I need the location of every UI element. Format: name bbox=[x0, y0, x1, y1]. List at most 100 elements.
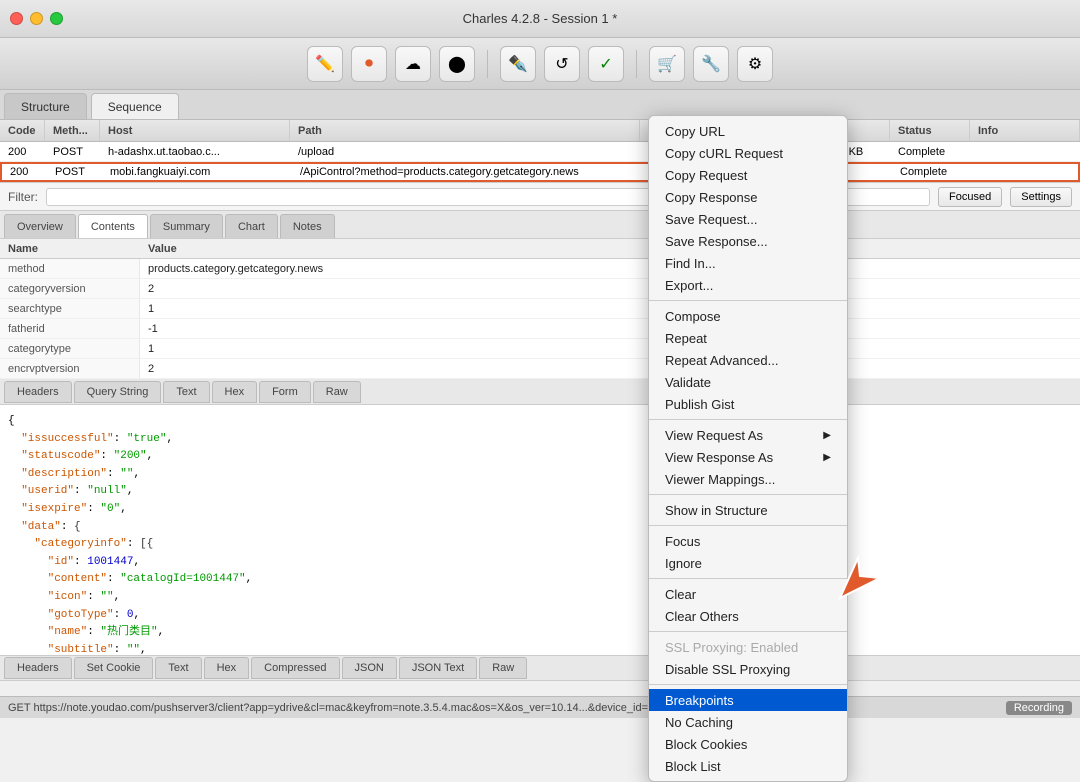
compose-button[interactable]: ✒️ bbox=[500, 46, 536, 82]
table-row[interactable]: 200 POST h-adashx.ut.taobao.c... /upload… bbox=[0, 142, 1080, 162]
separator bbox=[487, 50, 488, 78]
menu-separator bbox=[649, 525, 847, 526]
bottom-tab-text[interactable]: Text bbox=[155, 657, 201, 679]
menu-copy-url[interactable]: Copy URL bbox=[649, 120, 847, 142]
header-info: Info bbox=[970, 120, 1080, 141]
submenu-arrow-icon: ▶ bbox=[823, 452, 831, 463]
minimize-button[interactable] bbox=[30, 12, 43, 25]
checkmark-button[interactable]: ✓ bbox=[588, 46, 624, 82]
menu-repeat[interactable]: Repeat bbox=[649, 327, 847, 349]
focused-button[interactable]: Focused bbox=[938, 187, 1002, 207]
data-row[interactable]: encrvptversion 2 bbox=[0, 359, 1080, 379]
header-method: Meth... bbox=[45, 120, 100, 141]
tab-summary[interactable]: Summary bbox=[150, 214, 223, 238]
maximize-button[interactable] bbox=[50, 12, 63, 25]
settings-button[interactable]: Settings bbox=[1010, 187, 1072, 207]
cell-path: /ApiControl?method=products.category.get… bbox=[292, 164, 642, 180]
refresh-button[interactable]: ↺ bbox=[544, 46, 580, 82]
data-row[interactable]: categorytype 1 bbox=[0, 339, 1080, 359]
menu-publish-gist[interactable]: Publish Gist bbox=[649, 393, 847, 415]
table-header: Code Meth... Host Path Start Duration Si… bbox=[0, 120, 1080, 142]
menu-save-request[interactable]: Save Request... bbox=[649, 208, 847, 230]
cell-host: mobi.fangkuaiyi.com bbox=[102, 164, 292, 180]
data-value: 1 bbox=[140, 299, 162, 318]
wrench-button[interactable]: 🔧 bbox=[693, 46, 729, 82]
detail-tabs: Overview Contents Summary Chart Notes bbox=[0, 211, 1080, 239]
menu-copy-curl[interactable]: Copy cURL Request bbox=[649, 142, 847, 164]
menu-validate[interactable]: Validate bbox=[649, 371, 847, 393]
json-key: "gotoType" bbox=[48, 609, 114, 621]
bottom-tab-hex[interactable]: Hex bbox=[204, 657, 250, 679]
menu-no-caching[interactable]: No Caching bbox=[649, 711, 847, 733]
bottom-tab-set-cookie[interactable]: Set Cookie bbox=[74, 657, 154, 679]
menu-clear[interactable]: Clear bbox=[649, 583, 847, 605]
subtab-form[interactable]: Form bbox=[259, 381, 311, 403]
menu-copy-response[interactable]: Copy Response bbox=[649, 186, 847, 208]
subtab-headers[interactable]: Headers bbox=[4, 381, 72, 403]
subtab-raw[interactable]: Raw bbox=[313, 381, 361, 403]
tab-structure[interactable]: Structure bbox=[4, 93, 87, 119]
menu-viewer-mappings[interactable]: Viewer Mappings... bbox=[649, 468, 847, 490]
cell-code: 200 bbox=[0, 142, 45, 161]
subtab-text[interactable]: Text bbox=[163, 381, 209, 403]
close-button[interactable] bbox=[10, 12, 23, 25]
tab-notes[interactable]: Notes bbox=[280, 214, 335, 238]
bottom-tab-raw[interactable]: Raw bbox=[479, 657, 527, 679]
bottom-tab-json[interactable]: JSON bbox=[342, 657, 397, 679]
json-string: "null" bbox=[87, 485, 127, 497]
cell-code: 200 bbox=[2, 164, 47, 180]
circle-button[interactable]: ⬤ bbox=[439, 46, 475, 82]
bottom-tab-compressed[interactable]: Compressed bbox=[251, 657, 339, 679]
gear-button[interactable]: ⚙ bbox=[737, 46, 773, 82]
recording-badge: Recording bbox=[1006, 701, 1072, 715]
menu-show-in-structure[interactable]: Show in Structure bbox=[649, 499, 847, 521]
menu-clear-others[interactable]: Clear Others bbox=[649, 605, 847, 627]
header-status: Status bbox=[890, 120, 970, 141]
bottom-tab-json-text[interactable]: JSON Text bbox=[399, 657, 477, 679]
data-row[interactable]: fatherid -1 bbox=[0, 319, 1080, 339]
data-value: products.category.getcategory.news bbox=[140, 259, 331, 278]
tab-overview[interactable]: Overview bbox=[4, 214, 76, 238]
json-string: "" bbox=[127, 644, 140, 655]
menu-find-in[interactable]: Find In... bbox=[649, 252, 847, 274]
filter-label: Filter: bbox=[8, 190, 38, 204]
table-row[interactable]: 200 POST mobi.fangkuaiyi.com /ApiControl… bbox=[0, 162, 1080, 182]
data-row[interactable]: searchtype 1 bbox=[0, 299, 1080, 319]
data-value: 1 bbox=[140, 339, 162, 358]
json-key: "statuscode" bbox=[21, 450, 100, 462]
menu-breakpoints[interactable]: Breakpoints bbox=[649, 689, 847, 711]
menu-view-request-as[interactable]: View Request As ▶ bbox=[649, 424, 847, 446]
menu-ignore[interactable]: Ignore bbox=[649, 552, 847, 574]
menu-focus[interactable]: Focus bbox=[649, 530, 847, 552]
subtab-query-string[interactable]: Query String bbox=[74, 381, 162, 403]
menu-block-list[interactable]: Block List bbox=[649, 755, 847, 777]
tab-sequence[interactable]: Sequence bbox=[91, 93, 179, 119]
tab-contents[interactable]: Contents bbox=[78, 214, 148, 238]
filter-bar: Filter: Focused Settings bbox=[0, 183, 1080, 211]
json-key: "isexpire" bbox=[21, 503, 87, 515]
pen-tool-button[interactable]: ✏️ bbox=[307, 46, 343, 82]
menu-view-response-as[interactable]: View Response As ▶ bbox=[649, 446, 847, 468]
menu-compose[interactable]: Compose bbox=[649, 305, 847, 327]
data-row[interactable]: method products.category.getcategory.new… bbox=[0, 259, 1080, 279]
data-row[interactable]: categoryversion 2 bbox=[0, 279, 1080, 299]
menu-copy-request[interactable]: Copy Request bbox=[649, 164, 847, 186]
header-code: Code bbox=[0, 120, 45, 141]
menu-save-response[interactable]: Save Response... bbox=[649, 230, 847, 252]
json-string: "true" bbox=[127, 433, 167, 445]
bottom-tab-headers[interactable]: Headers bbox=[4, 657, 72, 679]
subtab-hex[interactable]: Hex bbox=[212, 381, 258, 403]
menu-disable-ssl-proxying[interactable]: Disable SSL Proxying bbox=[649, 658, 847, 680]
header-path: Path bbox=[290, 120, 640, 141]
cloud-button[interactable]: ☁ bbox=[395, 46, 431, 82]
record-button[interactable]: ⏺ bbox=[351, 46, 387, 82]
json-string: "" bbox=[100, 591, 113, 603]
menu-block-cookies[interactable]: Block Cookies bbox=[649, 733, 847, 755]
data-value: -1 bbox=[140, 319, 166, 338]
data-key: searchtype bbox=[0, 299, 140, 318]
menu-repeat-advanced[interactable]: Repeat Advanced... bbox=[649, 349, 847, 371]
tab-chart[interactable]: Chart bbox=[225, 214, 278, 238]
shopping-button[interactable]: 🛒 bbox=[649, 46, 685, 82]
context-menu: Copy URL Copy cURL Request Copy Request … bbox=[648, 115, 848, 782]
menu-export[interactable]: Export... bbox=[649, 274, 847, 296]
